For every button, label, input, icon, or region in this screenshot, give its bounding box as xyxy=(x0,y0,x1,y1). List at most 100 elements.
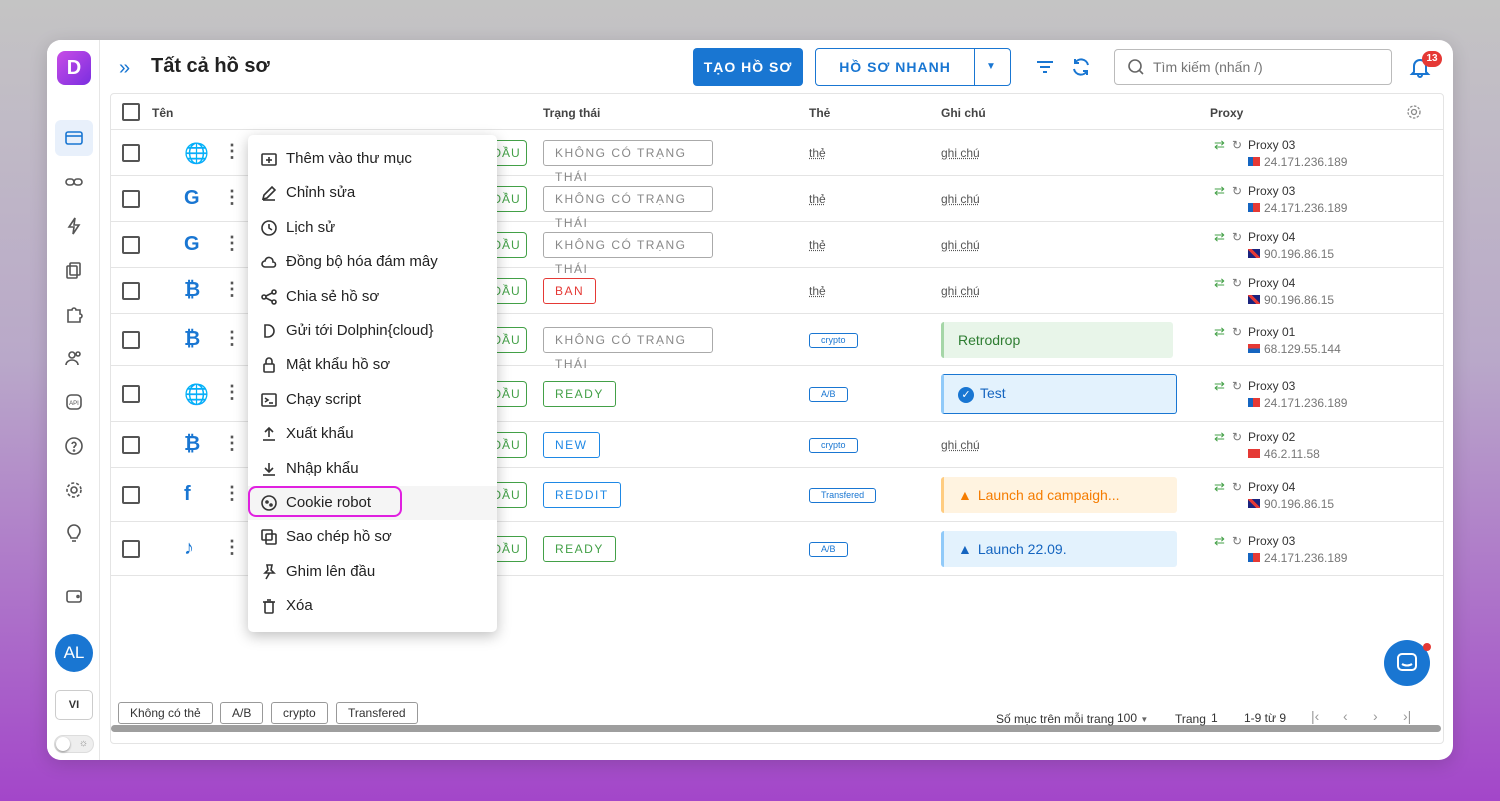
note-link[interactable]: ghi chú xyxy=(941,192,980,206)
status-badge[interactable]: KHÔNG CÓ TRẠNG THÁI xyxy=(543,140,713,184)
search-box[interactable] xyxy=(1114,49,1392,85)
note-box[interactable]: ✓ Test xyxy=(941,374,1177,414)
proxy-name[interactable]: Proxy 03 xyxy=(1248,379,1295,393)
swap-icon[interactable]: ⇄ xyxy=(1214,533,1225,549)
note-link[interactable]: ghi chú xyxy=(941,238,980,252)
status-badge[interactable]: KHÔNG CÓ TRẠNG THÁI xyxy=(543,186,713,230)
proxy-name[interactable]: Proxy 04 xyxy=(1248,230,1295,244)
refresh-icon[interactable]: ↻ xyxy=(1232,230,1242,244)
swap-icon[interactable]: ⇄ xyxy=(1214,229,1225,245)
swap-icon[interactable]: ⇄ xyxy=(1214,378,1225,394)
footer-tag-chip[interactable]: Không có thẻ xyxy=(118,702,213,724)
next-page-icon[interactable]: › xyxy=(1373,708,1378,724)
footer-tag-chip[interactable]: Transfered xyxy=(336,702,418,724)
menu-item-cookie[interactable]: Cookie robot xyxy=(248,486,497,520)
tag-chip[interactable]: Transfered xyxy=(809,488,877,503)
menu-item-copy[interactable]: Sao chép hồ sơ xyxy=(248,520,497,554)
swap-icon[interactable]: ⇄ xyxy=(1214,137,1225,153)
prev-page-icon[interactable]: ‹ xyxy=(1343,708,1348,724)
row-checkbox[interactable] xyxy=(122,385,140,403)
refresh-icon[interactable]: ↻ xyxy=(1232,276,1242,290)
refresh-icon[interactable]: ↻ xyxy=(1232,480,1242,494)
sidebar-item-extensions[interactable] xyxy=(55,296,93,332)
footer-tag-chip[interactable]: A/B xyxy=(220,702,264,724)
row-checkbox[interactable] xyxy=(122,331,140,349)
row-checkbox[interactable] xyxy=(122,540,140,558)
sidebar-item-api[interactable]: API xyxy=(55,384,93,420)
note-box[interactable]: Retrodrop xyxy=(941,322,1173,358)
column-name[interactable]: Tên xyxy=(152,106,173,120)
refresh-icon[interactable]: ↻ xyxy=(1232,184,1242,198)
row-checkbox[interactable] xyxy=(122,282,140,300)
swap-icon[interactable]: ⇄ xyxy=(1214,429,1225,445)
more-options-icon[interactable]: ⋮ xyxy=(223,537,241,558)
sidebar-item-team[interactable] xyxy=(55,340,93,376)
menu-item-share[interactable]: Chia sẻ hồ sơ xyxy=(248,280,497,314)
swap-icon[interactable]: ⇄ xyxy=(1214,479,1225,495)
proxy-name[interactable]: Proxy 03 xyxy=(1248,138,1295,152)
refresh-icon[interactable]: ↻ xyxy=(1232,534,1242,548)
proxy-name[interactable]: Proxy 04 xyxy=(1248,276,1295,290)
expand-sidebar-icon[interactable]: » xyxy=(119,57,130,80)
theme-toggle[interactable]: ☼ xyxy=(54,735,94,753)
more-options-icon[interactable]: ⋮ xyxy=(223,483,241,504)
menu-item-download[interactable]: Nhập khẩu xyxy=(248,452,497,486)
more-options-icon[interactable]: ⋮ xyxy=(223,382,241,403)
proxy-name[interactable]: Proxy 02 xyxy=(1248,430,1295,444)
sidebar-item-wallet[interactable] xyxy=(55,578,93,614)
row-checkbox[interactable] xyxy=(122,436,140,454)
menu-item-lock[interactable]: Mật khẩu hồ sơ xyxy=(248,348,497,382)
refresh-icon[interactable]: ↻ xyxy=(1232,325,1242,339)
tag-link[interactable]: thẻ xyxy=(809,238,826,252)
refresh-icon[interactable] xyxy=(1070,56,1092,78)
last-page-icon[interactable]: ›| xyxy=(1403,708,1411,724)
status-badge[interactable]: BAN xyxy=(543,278,597,304)
tag-chip[interactable]: crypto xyxy=(809,333,858,348)
proxy-name[interactable]: Proxy 04 xyxy=(1248,480,1295,494)
menu-item-pin[interactable]: Ghim lên đầu xyxy=(248,555,497,589)
menu-item-upload[interactable]: Xuất khẩu xyxy=(248,417,497,451)
note-link[interactable]: ghi chú xyxy=(941,146,980,160)
quick-profile-button[interactable]: HỒ SƠ NHANH ▼ xyxy=(815,48,1011,86)
gear-icon[interactable] xyxy=(1406,104,1422,120)
language-selector[interactable]: VI xyxy=(55,690,93,720)
more-options-icon[interactable]: ⋮ xyxy=(223,187,241,208)
chevron-down-icon[interactable]: ▼ xyxy=(986,49,997,85)
more-options-icon[interactable]: ⋮ xyxy=(223,233,241,254)
sidebar-item-bookmarks[interactable] xyxy=(55,252,93,288)
swap-icon[interactable]: ⇄ xyxy=(1214,275,1225,291)
row-checkbox[interactable] xyxy=(122,236,140,254)
row-checkbox[interactable] xyxy=(122,144,140,162)
tag-link[interactable]: thẻ xyxy=(809,192,826,206)
proxy-name[interactable]: Proxy 01 xyxy=(1248,325,1295,339)
tag-chip[interactable]: A/B xyxy=(809,542,848,557)
status-badge[interactable]: REDDIT xyxy=(543,482,621,508)
menu-item-terminal[interactable]: Chạy script xyxy=(248,383,497,417)
tag-link[interactable]: thẻ xyxy=(809,146,826,160)
more-options-icon[interactable]: ⋮ xyxy=(223,141,241,162)
sidebar-item-automation[interactable] xyxy=(55,208,93,244)
menu-item-history[interactable]: Lịch sử xyxy=(248,211,497,245)
swap-icon[interactable]: ⇄ xyxy=(1214,183,1225,199)
sidebar-item-tips[interactable] xyxy=(55,516,93,552)
sidebar-item-settings[interactable] xyxy=(55,472,93,508)
tag-chip[interactable]: A/B xyxy=(809,387,848,402)
column-notes[interactable]: Ghi chú xyxy=(941,106,986,120)
footer-tag-chip[interactable]: crypto xyxy=(271,702,328,724)
horizontal-scrollbar[interactable] xyxy=(111,725,1441,732)
status-badge[interactable]: READY xyxy=(543,381,616,407)
status-badge[interactable]: KHÔNG CÓ TRẠNG THÁI xyxy=(543,232,713,276)
refresh-icon[interactable]: ↻ xyxy=(1232,430,1242,444)
status-badge[interactable]: KHÔNG CÓ TRẠNG THÁI xyxy=(543,327,713,371)
search-input[interactable] xyxy=(1153,56,1383,78)
menu-item-trash[interactable]: Xóa xyxy=(248,589,497,623)
row-checkbox[interactable] xyxy=(122,486,140,504)
proxy-name[interactable]: Proxy 03 xyxy=(1248,184,1295,198)
more-options-icon[interactable]: ⋮ xyxy=(223,279,241,300)
page-value[interactable]: 1 xyxy=(1211,711,1218,725)
app-logo[interactable]: D xyxy=(57,51,91,85)
tag-link[interactable]: thẻ xyxy=(809,284,826,298)
select-all-checkbox[interactable] xyxy=(122,103,140,121)
column-proxy[interactable]: Proxy xyxy=(1210,106,1243,120)
per-page-select[interactable]: 100 ▼ xyxy=(1117,711,1148,725)
